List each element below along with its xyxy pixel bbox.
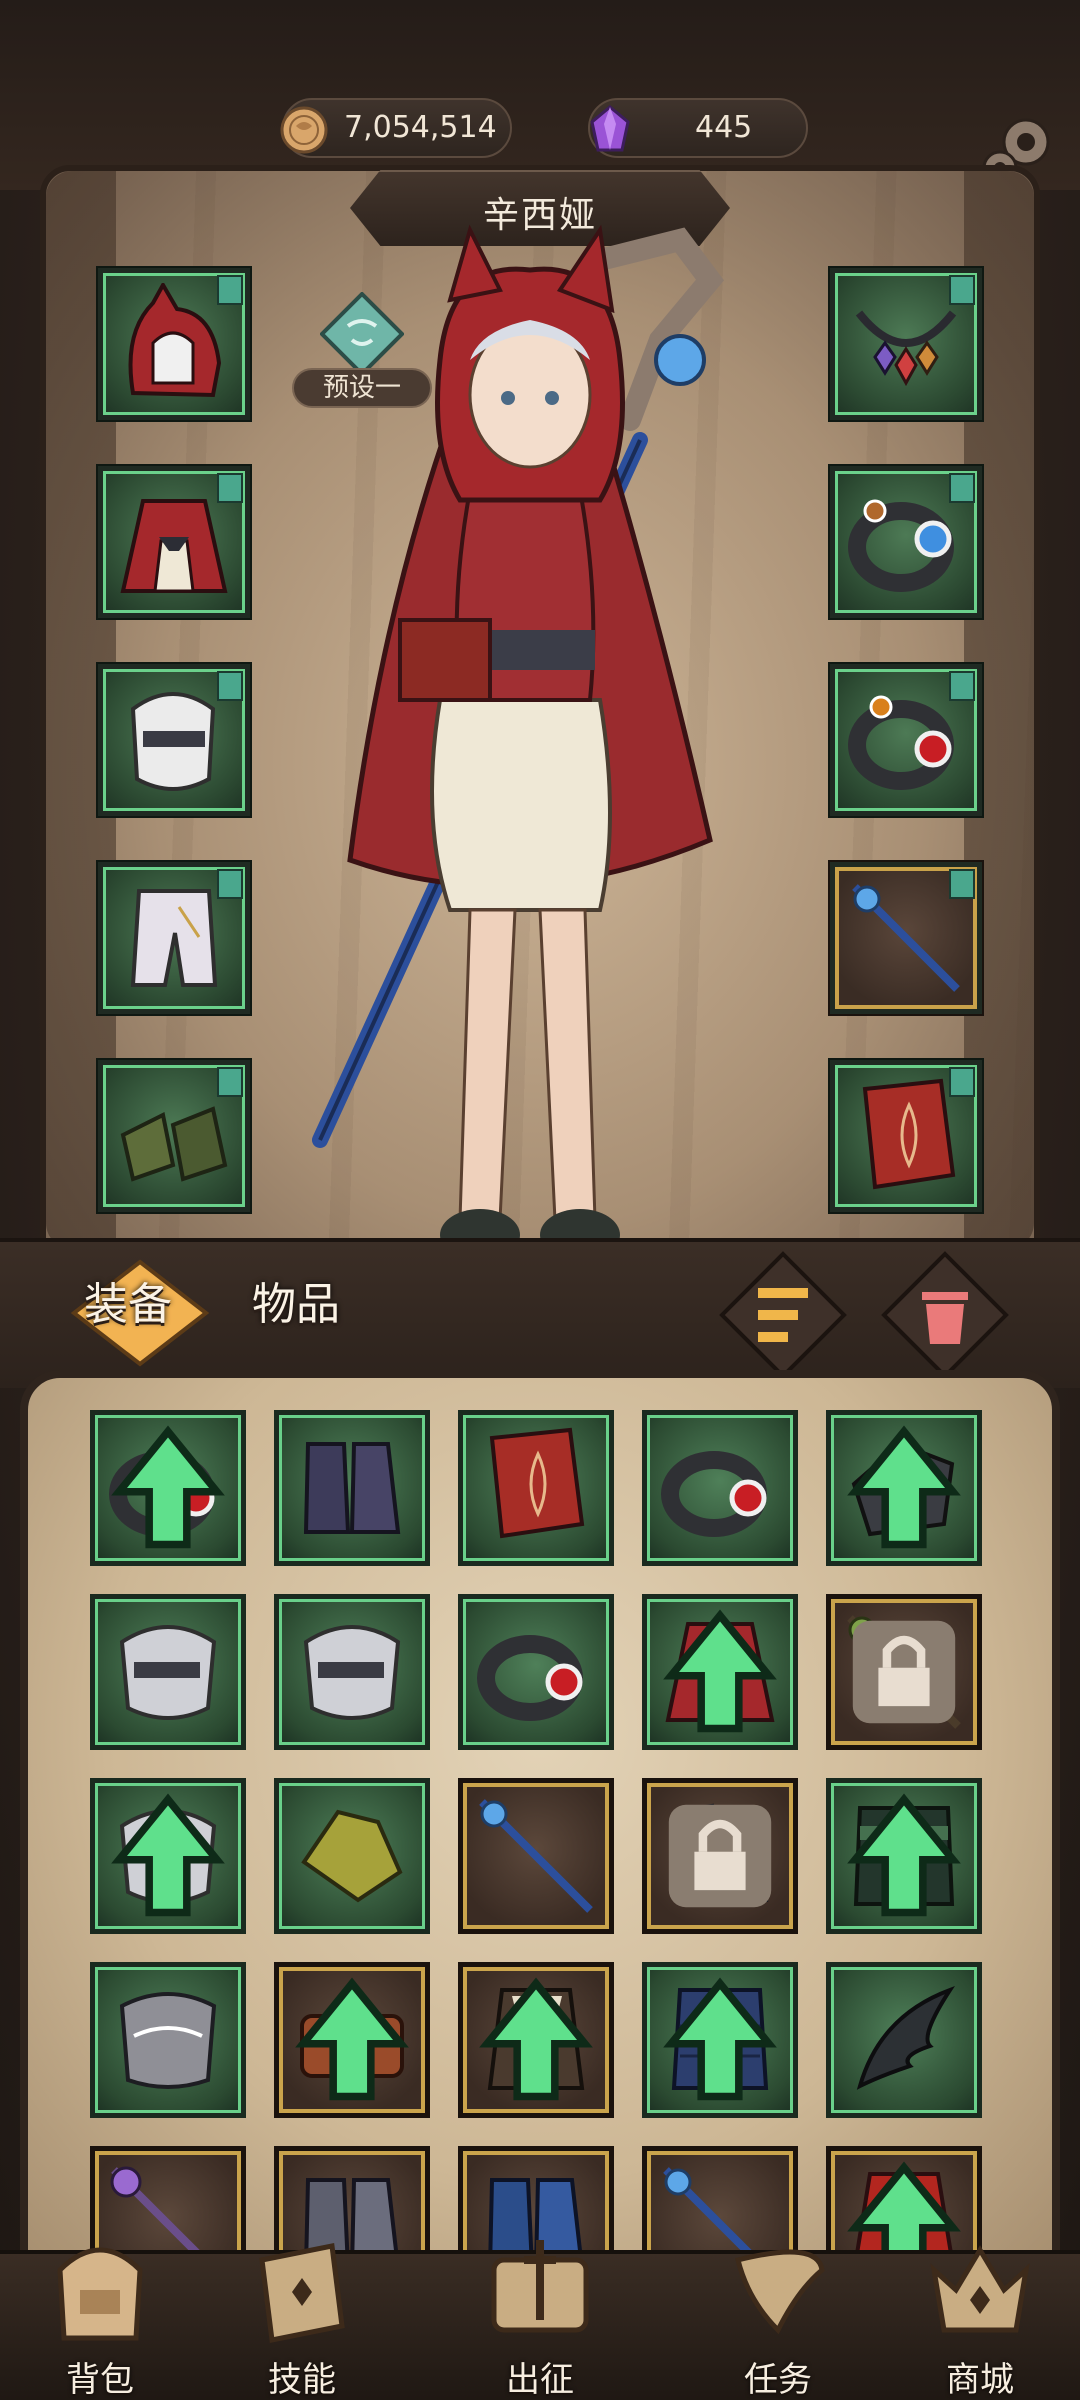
backpack-icon [57,2247,143,2341]
grey-lace-gloves-icon [119,1992,217,2089]
nav-shop[interactable]: 商城 [900,2230,1060,2400]
red-spellbook-icon [489,1427,585,1539]
inventory-item[interactable] [826,1962,982,2118]
gem-counter: 445 [588,98,808,158]
coin-icon [280,106,328,154]
equip-slot-head[interactable] [98,268,250,420]
inventory-item[interactable] [90,1594,246,1750]
inventory-item[interactable] [826,1410,982,1566]
equipped-badge [217,671,243,701]
nav-tasks[interactable]: 任务 [698,2230,858,2400]
purple-boots-icon [303,1442,401,1534]
tab-equipment[interactable]: 装备 [84,1268,172,1332]
tab-items[interactable]: 物品 [252,1268,340,1332]
coin-counter: 7,054,514 [280,98,512,158]
inventory-item[interactable] [458,1594,614,1750]
equipped-badge [217,275,243,305]
red-gem-ring-icon [661,1451,767,1537]
equip-slot-necklace[interactable] [830,268,982,420]
tasks-horn-icon [734,2249,825,2335]
nav-skills[interactable]: 技能 [222,2230,382,2400]
equip-slot-hands[interactable] [98,664,250,816]
equip-slot-legs[interactable] [98,862,250,1014]
inventory-item[interactable] [90,1778,246,1934]
nav-expedition-label: 出征 [506,2360,574,2400]
expedition-scroll-icon [491,2240,589,2333]
nav-expedition[interactable]: 出征 [460,2230,620,2400]
inventory-item[interactable] [642,1594,798,1750]
inventory-item[interactable] [458,1410,614,1566]
equip-slot-feet[interactable] [98,1060,250,1212]
equipped-badge [217,869,243,899]
equipped-badge [949,473,975,503]
upgrade-arrow-icon [847,1425,961,1549]
upgrade-arrow-icon [295,1977,409,2101]
top-bar [0,0,1080,190]
equipped-badge [949,1067,975,1097]
upgrade-arrow-icon [847,1793,961,1917]
dark-feather-icon [856,1986,955,2090]
trash-icon[interactable] [880,1250,1010,1380]
inventory-item[interactable] [90,1410,246,1566]
equip-slot-ring-1[interactable] [830,466,982,618]
inventory-item[interactable] [642,1778,798,1934]
inventory-item[interactable] [90,1962,246,2118]
equip-slot-ring-2[interactable] [830,664,982,816]
upgrade-arrow-icon [479,1977,593,2101]
inventory-item[interactable] [458,1778,614,1934]
inventory-item[interactable] [826,1594,982,1750]
equip-slot-weapon[interactable] [830,862,982,1014]
inventory-item[interactable] [642,1410,798,1566]
red-gem-ring-icon [477,1635,583,1721]
inventory-item[interactable] [274,1410,430,1566]
equipped-badge [949,671,975,701]
lock-icon [668,1804,772,1908]
nav-skills-label: 技能 [268,2360,336,2400]
equipped-badge [949,275,975,305]
inventory-item[interactable] [274,1594,430,1750]
inventory-item[interactable] [458,1962,614,2118]
inventory-item[interactable] [642,1962,798,2118]
nav-tasks-label: 任务 [744,2360,812,2400]
skill-book-icon [259,2243,345,2343]
gem-amount: 445 [695,110,753,145]
inventory-item[interactable] [274,1778,430,1934]
sort-icon[interactable] [718,1250,848,1380]
grey-gloves-icon [303,1625,401,1720]
inventory-item[interactable] [826,1778,982,1934]
game-screen: 7,054,514 445 辛西娅 预设一 装备 物品 背包 技能 出征 任务 … [0,0,1080,2400]
equip-slot-body[interactable] [98,466,250,618]
gem-icon [590,105,630,152]
equipped-badge [949,869,975,899]
upgrade-arrow-icon [663,1609,777,1733]
inventory-item[interactable] [274,1962,430,2118]
equipped-badge [217,473,243,503]
grey-gloves-icon [119,1625,217,1720]
equip-slot-offhand[interactable] [830,1060,982,1212]
lock-icon [852,1620,956,1724]
coin-amount: 7,054,514 [344,110,497,145]
upgrade-arrow-icon [111,1425,225,1549]
nav-backpack[interactable]: 背包 [20,2230,180,2400]
upgrade-arrow-icon [111,1793,225,1917]
yellow-pauldron-icon [301,1809,403,1903]
shop-crown-icon [930,2245,1030,2333]
nav-shop-label: 商城 [946,2360,1014,2400]
upgrade-arrow-icon [663,1977,777,2101]
equipped-badge [217,1067,243,1097]
nav-backpack-label: 背包 [66,2360,134,2400]
character-portrait [312,224,725,1261]
blue-staff-icon [479,1799,593,1913]
